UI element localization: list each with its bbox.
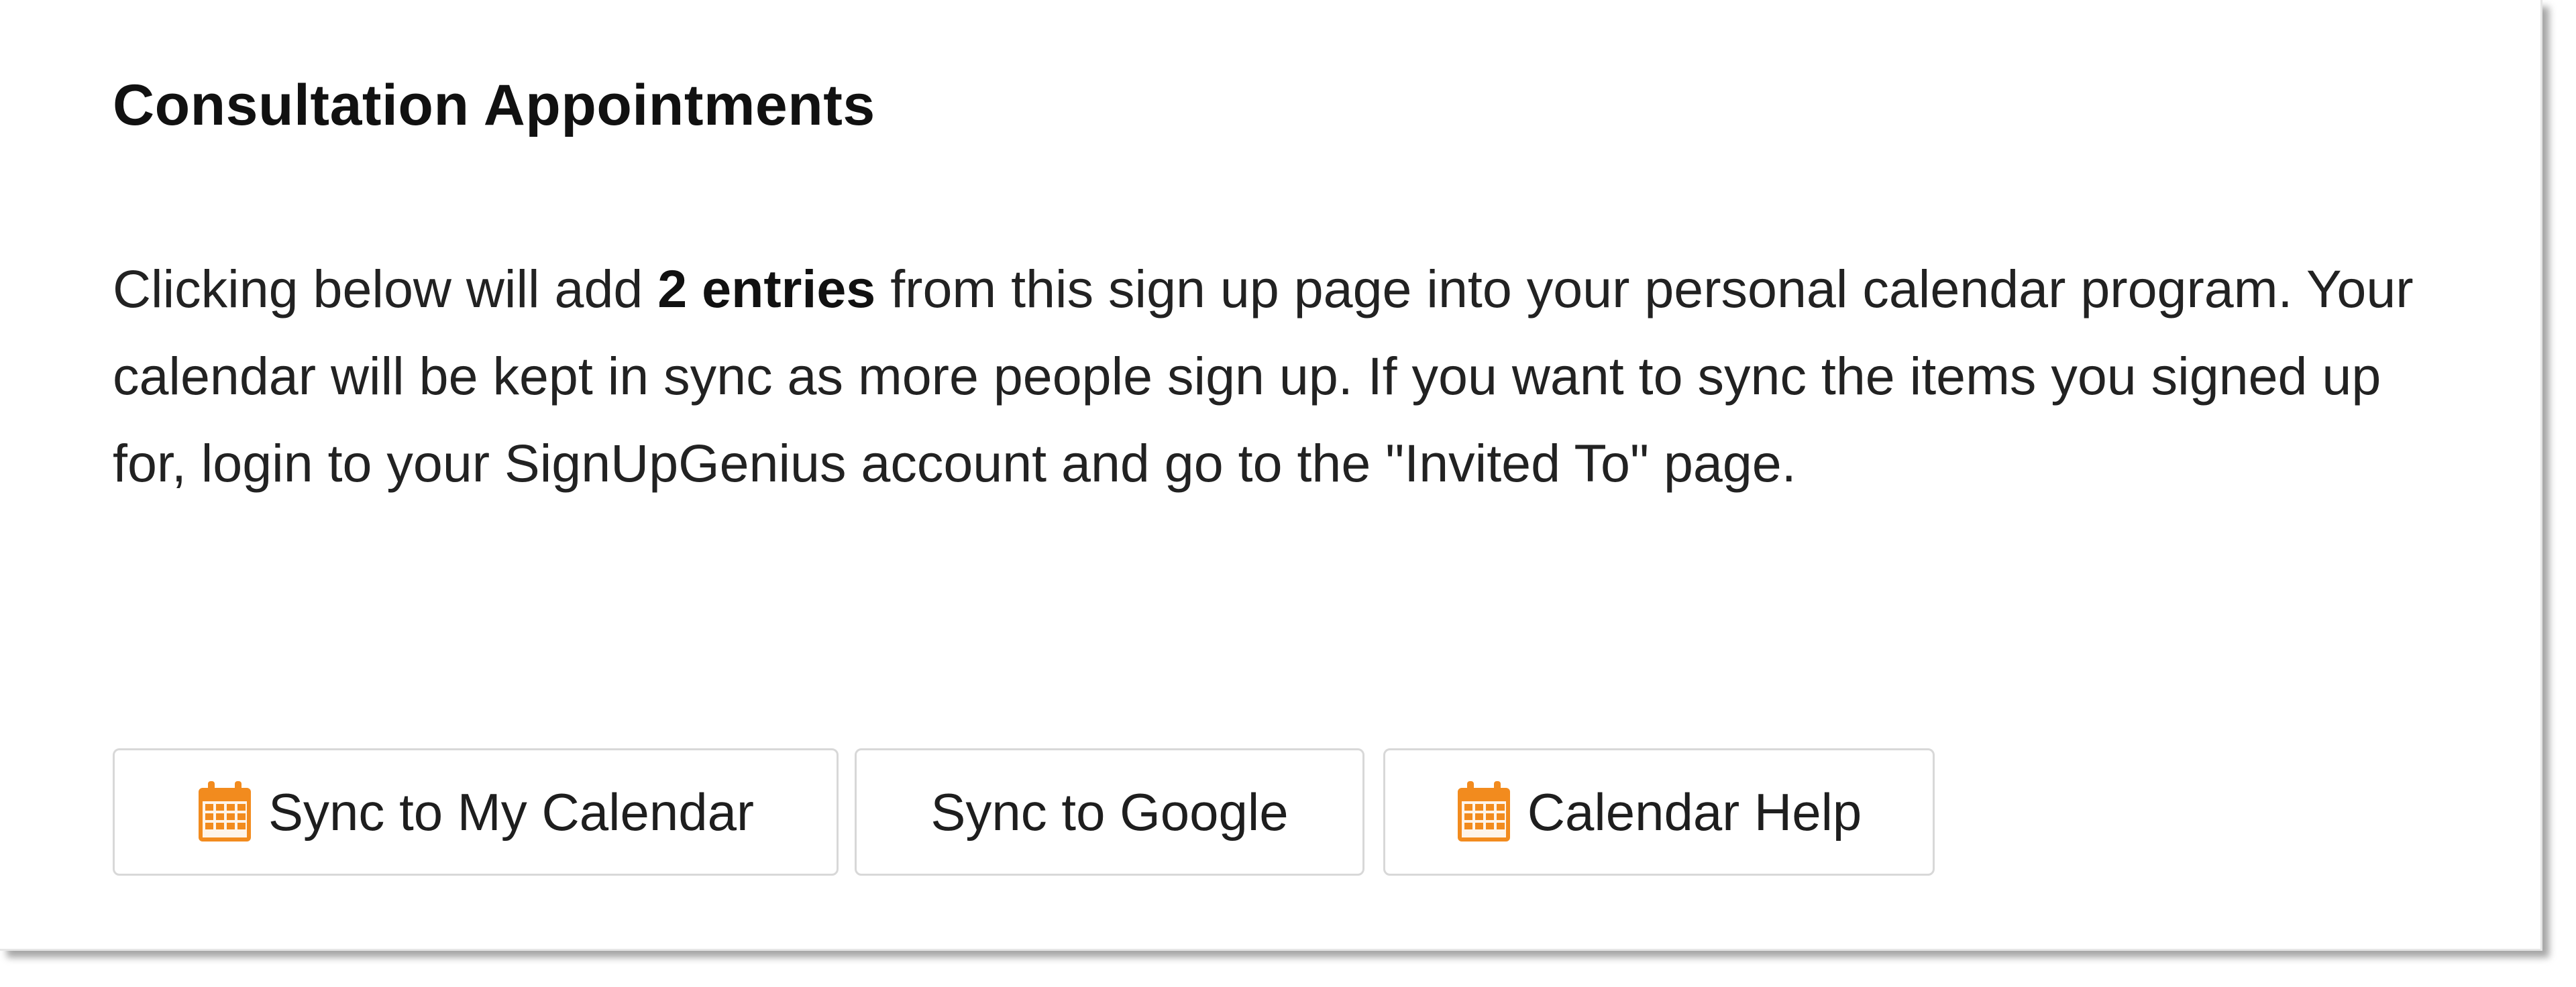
sync-to-google-label: Sync to Google: [930, 782, 1289, 841]
calendar-sync-card: Consultation Appointments Clicking below…: [0, 0, 2542, 951]
calendar-icon: [197, 781, 252, 843]
calendar-help-button[interactable]: Calendar Help: [1383, 748, 1935, 876]
card-description: Clicking below will add 2 entries from t…: [113, 245, 2447, 507]
card-title: Consultation Appointments: [113, 73, 875, 137]
sync-to-my-calendar-button[interactable]: Sync to My Calendar: [113, 748, 839, 876]
entries-count: 2 entries: [657, 259, 876, 318]
calendar-help-label: Calendar Help: [1527, 782, 1862, 841]
description-text-start: Clicking below will add: [113, 259, 658, 318]
sync-to-my-calendar-label: Sync to My Calendar: [268, 782, 754, 841]
calendar-icon: [1456, 781, 1511, 843]
sync-to-google-button[interactable]: Sync to Google: [855, 748, 1364, 876]
